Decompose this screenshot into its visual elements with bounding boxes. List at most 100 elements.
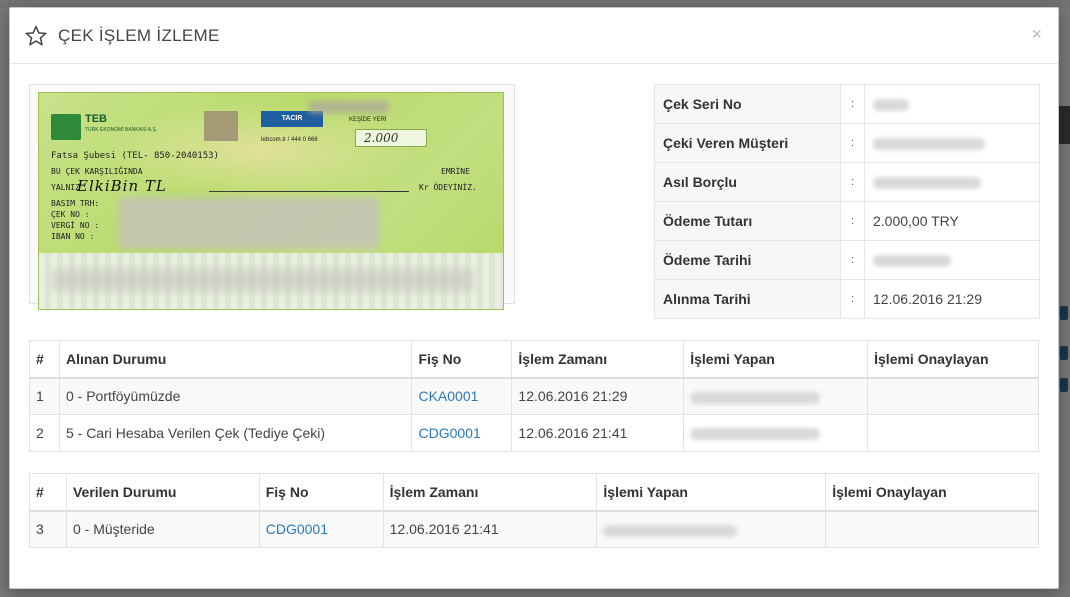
bank-logo-icon	[51, 114, 81, 140]
cheque-field: ÇEK NO :	[51, 210, 90, 219]
hologram-seal	[204, 111, 238, 141]
info-row: Alınma Tarihi : 12.06.2016 21:29	[654, 279, 1040, 319]
info-separator: :	[840, 123, 865, 163]
branch-line: Fatsa Şubesi (TEL- 850-2040153)	[51, 151, 219, 161]
cheque-field: BASIM TRH:	[51, 199, 100, 208]
column-header: Fiş No	[411, 340, 513, 379]
emrine-label: EMRİNE	[441, 167, 470, 176]
info-separator: :	[840, 162, 865, 202]
info-row: Ödeme Tutarı : 2.000,00 TRY	[654, 201, 1040, 241]
phone-line: tebcom.tr / 444 0 666	[261, 137, 318, 143]
handwritten-amount: ElkiBin TL	[77, 177, 167, 195]
tacir-label: TACIR	[261, 111, 323, 127]
column-header: İşlemi Yapan	[683, 340, 869, 379]
performed-by-cell	[683, 377, 869, 415]
info-value: 2.000,00 TRY	[864, 201, 1040, 241]
info-value: 12.06.2016 21:29	[864, 279, 1040, 319]
redacted-area	[53, 269, 473, 291]
column-header: Fiş No	[258, 473, 384, 512]
approved-by-cell	[867, 377, 1039, 415]
performed-by-cell	[596, 510, 827, 548]
info-label: Ödeme Tarihi	[654, 240, 841, 280]
redacted-text	[690, 428, 821, 441]
cheque-image[interactable]: TEB TÜRK EKONOMİ BANKASI A.Ş. TACIR KEŞİ…	[38, 92, 504, 310]
receipt-cell: CDG0001	[258, 510, 384, 548]
redacted-text	[873, 99, 909, 112]
status-cell: 0 - Müşteride	[65, 510, 260, 548]
table-row: 2 5 - Cari Hesaba Verilen Çek (Tediye Çe…	[29, 414, 1039, 452]
bank-name: TEB	[85, 113, 107, 125]
column-header: İşlemi Onaylayan	[825, 473, 1039, 512]
received-status-table: # Alınan Durumu Fiş No İşlem Zamanı İşle…	[29, 340, 1039, 452]
given-status-table: # Verilen Durumu Fiş No İşlem Zamanı İşl…	[29, 473, 1039, 548]
cheque-image-frame: TEB TÜRK EKONOMİ BANKASI A.Ş. TACIR KEŞİ…	[29, 84, 515, 310]
info-row: Asıl Borçlu :	[654, 162, 1040, 202]
star-icon	[24, 24, 48, 48]
bank-subtitle: TÜRK EKONOMİ BANKASI A.Ş.	[85, 127, 158, 133]
info-value	[864, 84, 1040, 124]
receipt-cell: CDG0001	[411, 414, 513, 452]
redacted-area	[119, 197, 379, 249]
info-row: Çeki Veren Müşteri :	[654, 123, 1040, 163]
info-label: Çeki Veren Müşteri	[654, 123, 841, 163]
close-icon[interactable]: ×	[1031, 24, 1042, 44]
column-header: Alınan Durumu	[58, 340, 413, 379]
info-row: Çek Seri No :	[654, 84, 1040, 124]
modal-header: ÇEK İŞLEM İZLEME ×	[10, 8, 1058, 64]
modal-title: ÇEK İŞLEM İZLEME	[58, 25, 220, 45]
table-row: 3 0 - Müşteride CDG0001 12.06.2016 21:41	[29, 510, 1039, 548]
info-separator: :	[840, 240, 865, 280]
table-header-row: # Verilen Durumu Fiş No İşlem Zamanı İşl…	[29, 473, 1039, 512]
column-header: #	[29, 473, 67, 512]
receipt-link[interactable]: CKA0001	[418, 388, 478, 404]
info-row: Ödeme Tarihi :	[654, 240, 1040, 280]
bu-cek-label: BU ÇEK KARŞILIĞINDA	[51, 167, 143, 176]
column-header: İşlem Zamanı	[511, 340, 685, 379]
redacted-text	[873, 177, 981, 190]
column-header: İşlem Zamanı	[382, 473, 598, 512]
cheque-summary: TEB TÜRK EKONOMİ BANKASI A.Ş. TACIR KEŞİ…	[29, 84, 1040, 320]
cheque-tracking-modal: ÇEK İŞLEM İZLEME × TEB TÜRK EKONOMİ BANK…	[9, 7, 1059, 589]
approved-by-cell	[867, 414, 1039, 452]
redacted-text	[603, 524, 738, 537]
time-cell: 12.06.2016 21:29	[511, 377, 685, 415]
row-number: 2	[29, 414, 60, 452]
info-separator: :	[840, 84, 865, 124]
info-label: Ödeme Tutarı	[654, 201, 841, 241]
row-number: 1	[29, 377, 60, 415]
row-number: 3	[29, 510, 67, 548]
redacted-text	[690, 391, 821, 404]
receipt-cell: CKA0001	[411, 377, 513, 415]
status-cell: 5 - Cari Hesaba Verilen Çek (Tediye Çeki…	[58, 414, 413, 452]
cheque-info-table: Çek Seri No : Çeki Veren Müşteri : Asıl …	[654, 84, 1040, 319]
table-row: 1 0 - Portföyümüzde CKA0001 12.06.2016 2…	[29, 377, 1039, 415]
column-header: İşlemi Yapan	[596, 473, 827, 512]
approved-by-cell	[825, 510, 1039, 548]
info-label: Asıl Borçlu	[654, 162, 841, 202]
time-cell: 12.06.2016 21:41	[382, 510, 598, 548]
yalniz-label: YALNIZ	[51, 183, 80, 192]
cheque-amount: 2.000	[355, 129, 427, 147]
time-cell: 12.06.2016 21:41	[511, 414, 685, 452]
column-header: #	[29, 340, 60, 379]
cheque-field: VERGİ NO :	[51, 221, 100, 230]
column-header: Verilen Durumu	[65, 473, 260, 512]
place-date-label: KEŞİDE YERİ	[349, 117, 387, 123]
info-separator: :	[840, 201, 865, 241]
info-separator: :	[840, 279, 865, 319]
table-header-row: # Alınan Durumu Fiş No İşlem Zamanı İşle…	[29, 340, 1039, 379]
info-label: Çek Seri No	[654, 84, 841, 124]
odeyiniz-label: Kr ÖDEYİNİZ.	[419, 183, 477, 192]
info-value	[864, 123, 1040, 163]
cheque-field: IBAN NO :	[51, 232, 95, 241]
status-cell: 0 - Portföyümüzde	[58, 377, 413, 415]
info-label: Alınma Tarihi	[654, 279, 841, 319]
redacted-text	[873, 255, 951, 268]
receipt-link[interactable]: CDG0001	[418, 425, 480, 441]
amount-line	[209, 191, 409, 192]
info-value	[864, 240, 1040, 280]
receipt-link[interactable]: CDG0001	[266, 521, 328, 537]
redacted-text	[873, 138, 985, 151]
info-value	[864, 162, 1040, 202]
column-header: İşlemi Onaylayan	[867, 340, 1039, 379]
